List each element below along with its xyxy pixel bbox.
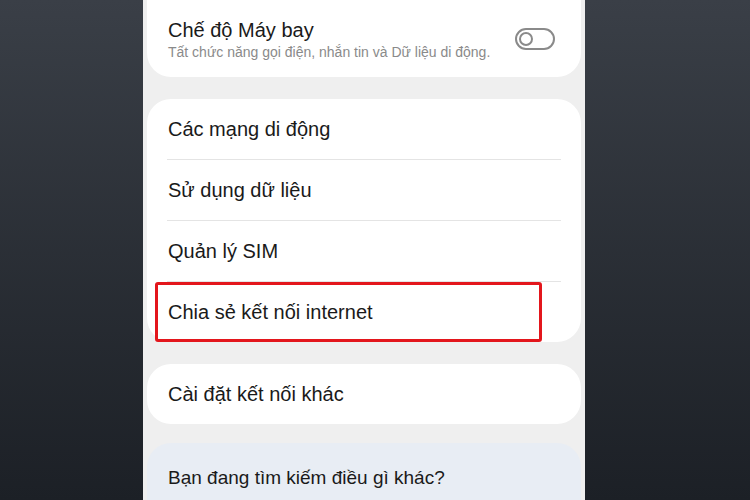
item-body: Các mạng di động <box>147 99 338 159</box>
item-title: Chế độ Máy bay <box>168 16 498 44</box>
divider <box>167 159 561 160</box>
item-title: Chia sẻ kết nối internet <box>168 298 373 326</box>
settings-card: Cài đặt kết nối khác <box>147 364 581 424</box>
search-suggestion-card[interactable]: Bạn đang tìm kiếm điều gì khác? <box>147 443 581 500</box>
settings-item[interactable]: Chế độ Máy bayTất chức năng gọi điện, nh… <box>147 0 581 77</box>
item-subtitle: Tất chức năng gọi điện, nhắn tin và Dữ l… <box>168 44 498 61</box>
item-body: Quản lý SIM <box>147 221 286 281</box>
toggle-knob <box>519 32 533 46</box>
settings-item[interactable]: Quản lý SIM <box>147 221 581 281</box>
item-title: Các mạng di động <box>168 115 330 143</box>
screen: Chế độ Máy bayTất chức năng gọi điện, nh… <box>0 0 750 500</box>
item-title: Cài đặt kết nối khác <box>168 380 344 408</box>
airplane-mode-toggle[interactable] <box>515 28 555 50</box>
item-body: Sử dụng dữ liệu <box>147 160 320 220</box>
item-body: Cài đặt kết nối khác <box>147 364 352 424</box>
divider <box>167 220 561 221</box>
settings-item[interactable]: Cài đặt kết nối khác <box>147 364 581 424</box>
search-suggestion-text: Bạn đang tìm kiếm điều gì khác? <box>168 467 445 488</box>
settings-panel: Chế độ Máy bayTất chức năng gọi điện, nh… <box>143 0 585 500</box>
item-text: Chế độ Máy bayTất chức năng gọi điện, nh… <box>168 16 498 61</box>
settings-item[interactable]: Chia sẻ kết nối internet <box>147 282 581 342</box>
settings-item[interactable]: Sử dụng dữ liệu <box>147 160 581 220</box>
item-title: Quản lý SIM <box>168 237 278 265</box>
settings-item[interactable]: Các mạng di động <box>147 99 581 159</box>
settings-card: Các mạng di động Sử dụng dữ liệu Quản lý S… <box>147 99 581 342</box>
settings-card: Chế độ Máy bayTất chức năng gọi điện, nh… <box>147 0 581 77</box>
item-title: Sử dụng dữ liệu <box>168 176 312 204</box>
highlight-box: Chia sẻ kết nối internet <box>155 282 542 342</box>
